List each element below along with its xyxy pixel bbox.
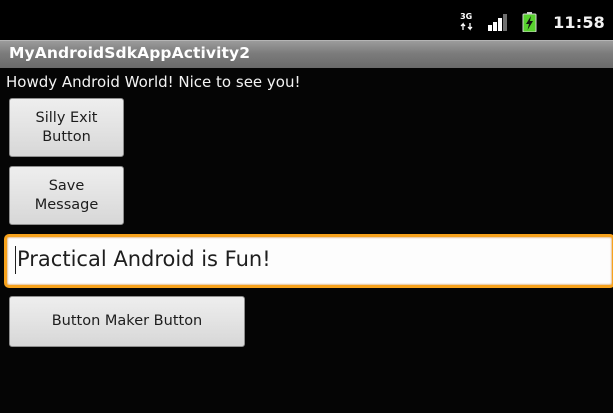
message-edit-field-value: Practical Android is Fun! [17,247,271,271]
save-message-button-label-line1: Save [48,177,85,194]
data-arrows-icon [460,22,473,31]
app-title: MyAndroidSdkAppActivity2 [9,44,251,62]
save-message-button-label-line2: Message [34,196,99,213]
button-maker-button[interactable]: Button Maker Button [9,296,245,347]
3g-icon: 3G [460,12,474,31]
save-message-button[interactable]: Save Message [9,166,124,225]
android-screen: 3G 11:58 MyAndroidSdkAppActivity2 Howdy … [0,0,613,413]
button-maker-button-label: Button Maker Button [51,313,203,329]
greeting-text: Howdy Android World! Nice to see you! [6,73,301,91]
silly-exit-button-label-line1: Silly Exit [35,109,98,126]
message-edit-field[interactable]: Practical Android is Fun! [4,234,613,288]
silly-exit-button-label-line2: Button [42,128,91,145]
app-title-bar: MyAndroidSdkAppActivity2 [0,40,613,68]
clock-time: 11:58 [553,12,605,32]
silly-exit-button[interactable]: Silly Exit Button [9,98,124,157]
battery-charging-icon [522,12,537,33]
signal-icon [486,13,510,31]
status-icons: 3G 11:58 [460,12,605,33]
screenshot-bottom-border [0,413,613,417]
status-bar: 3G 11:58 [0,0,613,40]
text-cursor [15,246,16,274]
